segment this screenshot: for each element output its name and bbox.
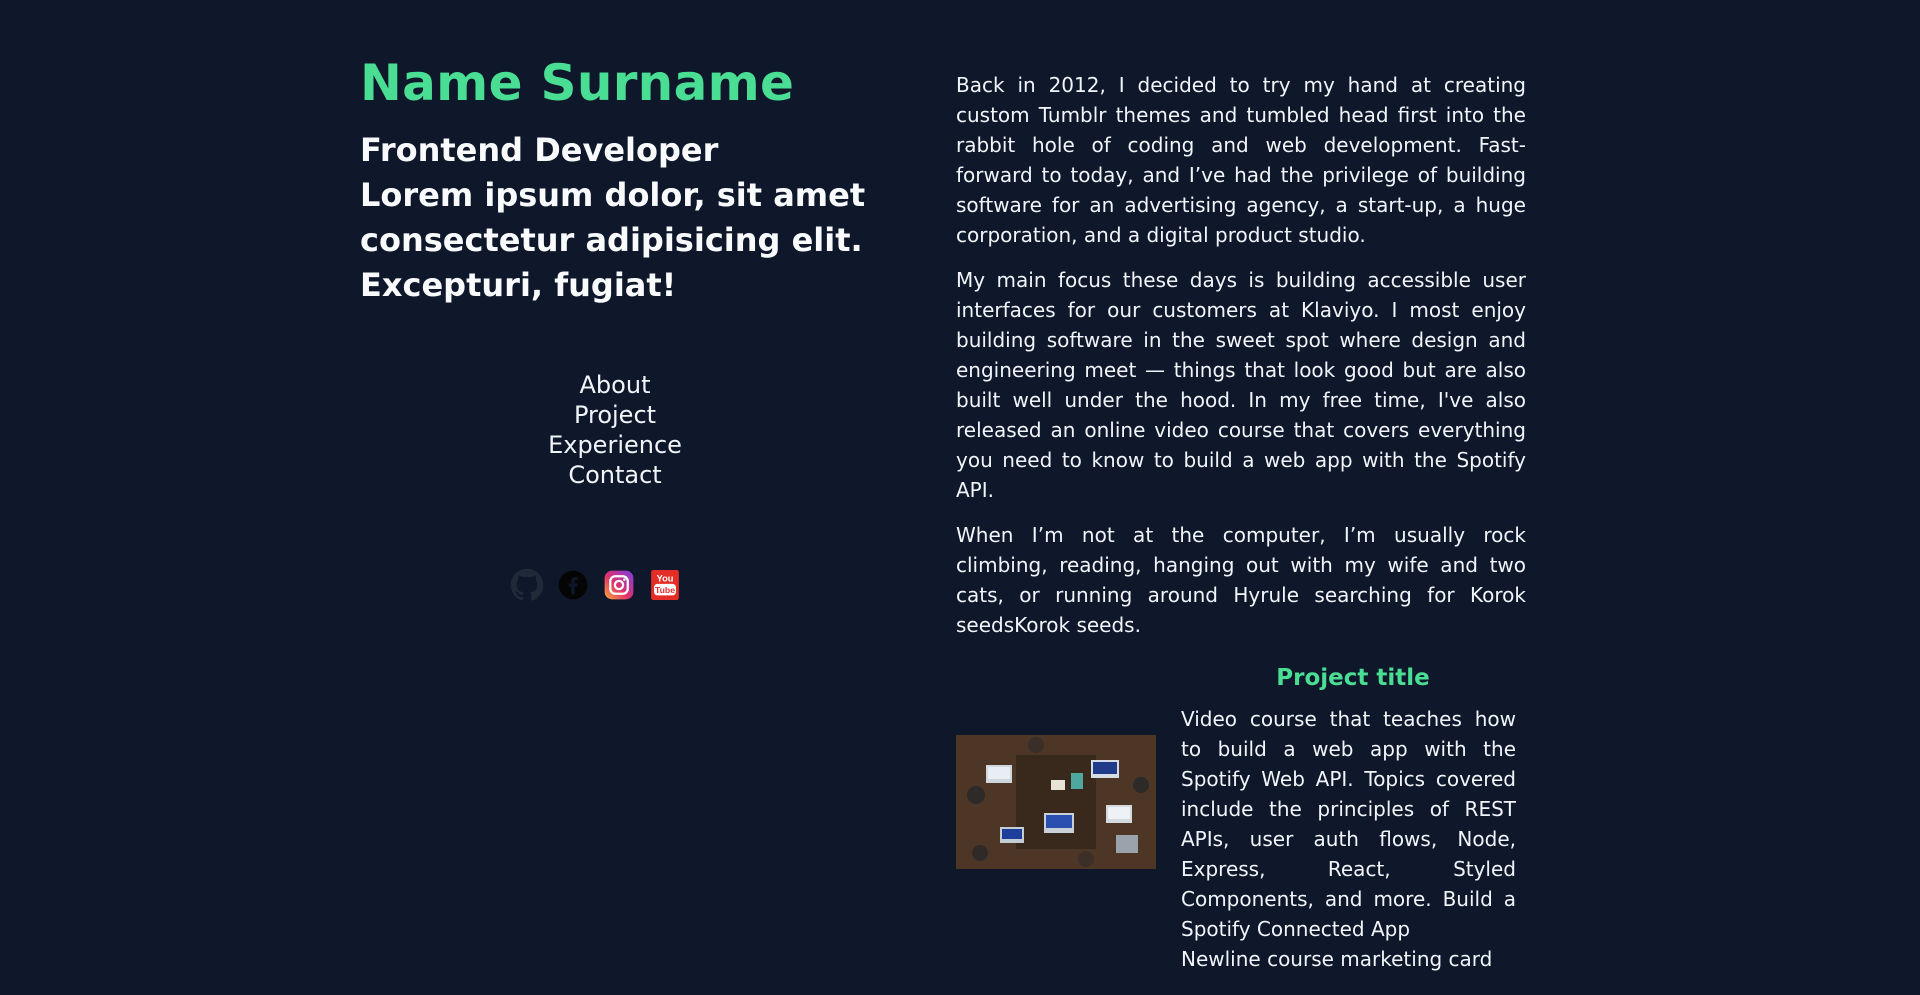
instagram-icon <box>604 570 634 600</box>
instagram-link[interactable] <box>602 568 636 602</box>
github-link[interactable] <box>510 568 544 602</box>
intro-section: Name Surname Frontend Developer Lorem ip… <box>360 52 880 308</box>
youtube-link[interactable]: You Tube <box>648 568 682 602</box>
about-paragraph: Back in 2012, I decided to try my hand a… <box>956 73 1526 247</box>
nav-link-contact[interactable]: Contact <box>470 460 760 490</box>
svg-text:You: You <box>657 574 674 584</box>
nav-link-experience[interactable]: Experience <box>470 430 760 460</box>
project-description-text: Video course that teaches how to build a… <box>1181 707 1516 941</box>
nav-link-project[interactable]: Project <box>470 400 760 430</box>
github-icon <box>510 568 544 601</box>
project-description: Video course that teaches how to build a… <box>1181 704 1516 974</box>
about-paragraph: When I’m not at the computer, I’m usuall… <box>956 523 1526 637</box>
youtube-icon: You Tube <box>651 570 679 600</box>
facebook-icon <box>558 570 588 600</box>
nav-link-about[interactable]: About <box>470 370 760 400</box>
about-text: Back in 2012, I decided to try my hand a… <box>956 70 1526 640</box>
project-thumbnail[interactable] <box>956 735 1156 869</box>
page-title: Name Surname <box>360 54 795 112</box>
facebook-link[interactable] <box>556 568 590 602</box>
project-image <box>956 735 1156 869</box>
tagline-line: Frontend Developer <box>360 131 719 169</box>
project-title[interactable]: Project title <box>1180 660 1526 696</box>
tagline: Frontend Developer Lorem ipsum dolor, si… <box>360 128 880 308</box>
about-section: Back in 2012, I decided to try my hand a… <box>956 70 1526 655</box>
main-nav: About Project Experience Contact <box>470 370 760 490</box>
tagline-line: Excepturi, fugiat! <box>360 266 677 304</box>
portfolio-page: Name Surname Frontend Developer Lorem ip… <box>0 0 1920 995</box>
project-caption: Newline course marketing card <box>1181 947 1493 971</box>
tagline-line: Lorem ipsum dolor, sit amet <box>360 176 866 214</box>
social-links: You Tube <box>510 568 682 602</box>
tagline-line: consectetur adipisicing elit. <box>360 221 863 259</box>
svg-text:Tube: Tube <box>655 585 675 595</box>
about-paragraph: My main focus these days is building acc… <box>956 268 1526 502</box>
